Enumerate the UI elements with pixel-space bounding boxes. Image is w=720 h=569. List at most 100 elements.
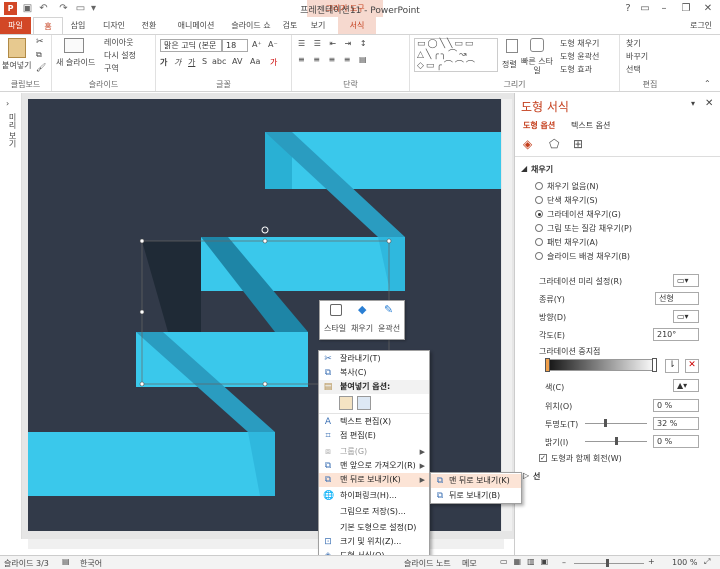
font-size-select[interactable]: 18: [222, 39, 248, 52]
menu-item-size-position[interactable]: ⊡ 크기 및 위치(Z)...: [319, 535, 429, 549]
fill-bucket-icon[interactable]: ◆: [358, 303, 366, 316]
shapes-gallery[interactable]: ▭◯╲╲▭▭ △╲╭╮⌒↝ ◇▭╭⌒⌒⌒: [414, 38, 498, 72]
help-icon[interactable]: ?: [620, 2, 636, 16]
direction-button[interactable]: ▭▾: [673, 310, 699, 323]
style-icon[interactable]: [330, 304, 342, 316]
minimize-icon[interactable]: –: [656, 2, 672, 16]
submenu-send-backward[interactable]: ⧉ 뒤로 보내기(B): [431, 489, 521, 503]
tab-review[interactable]: 검토: [278, 17, 302, 34]
tab-insert[interactable]: 삽입: [64, 17, 92, 34]
resize-handle[interactable]: [139, 309, 145, 315]
transparency-slider-thumb[interactable]: [603, 419, 607, 427]
italic-button[interactable]: 가: [174, 57, 181, 68]
shadow-button[interactable]: abc: [212, 57, 226, 66]
zoom-slider[interactable]: [574, 563, 644, 564]
paste-button[interactable]: 붙여넣기: [2, 60, 31, 71]
paste-icon[interactable]: [8, 38, 26, 58]
tab-transitions[interactable]: 전환: [135, 17, 163, 34]
menu-item-cut[interactable]: ✂ 잘라내기(T): [319, 352, 429, 366]
rotate-checkbox[interactable]: ✓: [539, 454, 547, 462]
rotate-handle[interactable]: [261, 226, 269, 234]
font-name-select[interactable]: 맑은 고딕 (본문: [160, 39, 222, 52]
menu-item-send-back[interactable]: ⧉ 맨 뒤로 보내기(K) ▶: [319, 473, 429, 487]
expand-line-icon[interactable]: ▷: [523, 471, 529, 480]
horizontal-scrollbar[interactable]: [28, 539, 504, 549]
menu-item-default-shape[interactable]: 기본 도형으로 설정(D): [319, 521, 429, 535]
replace-button[interactable]: 바꾸기: [626, 51, 648, 62]
copy-icon[interactable]: ⧉: [36, 50, 42, 60]
angle-spinner[interactable]: 210°: [653, 328, 699, 341]
list-icons[interactable]: ☰ ☰ ⇤ ⇥ ↕: [298, 39, 370, 48]
quick-styles-icon[interactable]: [530, 38, 544, 52]
preset-gradient-button[interactable]: ▭▾: [673, 274, 699, 287]
view-buttons[interactable]: ▭▦▥▣: [500, 557, 554, 566]
tab-file[interactable]: 파일: [0, 17, 31, 34]
pane-close-icon[interactable]: ✕: [705, 98, 713, 109]
mini-style-button[interactable]: 스타일: [324, 323, 346, 334]
spacing-button[interactable]: AV: [232, 57, 242, 66]
fit-slide-icon[interactable]: ⤢: [704, 557, 710, 567]
outline-pen-icon[interactable]: ✎: [384, 303, 393, 316]
zoom-in-icon[interactable]: +: [648, 557, 655, 566]
collapse-fill-icon[interactable]: ◢: [521, 164, 527, 173]
radio-picture-fill[interactable]: [535, 224, 543, 232]
effects-icon[interactable]: ⬠: [549, 137, 565, 151]
submenu-send-to-back[interactable]: ⧉ 맨 뒤로 보내기(K): [431, 474, 521, 488]
radio-no-fill[interactable]: [535, 182, 543, 190]
mini-fill-button[interactable]: 채우기: [351, 323, 373, 334]
resize-handle[interactable]: [139, 238, 145, 244]
pane-options-icon[interactable]: ▾: [691, 99, 695, 108]
tab-text-options[interactable]: 텍스트 옵션: [571, 120, 610, 131]
bold-button[interactable]: 가: [160, 57, 167, 68]
menu-item-edit-text[interactable]: A 텍스트 편집(X): [319, 415, 429, 429]
ribbon-band-4-face[interactable]: [28, 432, 275, 496]
remove-stop-icon[interactable]: ✕: [685, 359, 699, 373]
grow-font-icon[interactable]: A⁺: [252, 40, 262, 49]
case-button[interactable]: Aa: [250, 57, 260, 66]
expand-pane-icon[interactable]: ›: [6, 99, 9, 108]
tab-home[interactable]: 홈: [33, 17, 63, 34]
ribbon-display-icon[interactable]: ▭: [637, 2, 653, 16]
transparency-slider-track[interactable]: [585, 423, 647, 424]
zoom-slider-thumb[interactable]: [606, 559, 609, 567]
fill-section-header[interactable]: 채우기: [531, 164, 553, 175]
radio-gradient-fill[interactable]: [535, 210, 543, 218]
shape-outline-button[interactable]: 도형 윤곽선: [560, 51, 599, 62]
resize-handle[interactable]: [262, 381, 268, 387]
strikethrough-button[interactable]: S: [202, 57, 207, 66]
underline-button[interactable]: 가: [188, 57, 195, 68]
zoom-level[interactable]: 100 %: [672, 558, 697, 567]
menu-item-copy[interactable]: ⧉ 복사(C): [319, 366, 429, 380]
restore-icon[interactable]: ❐: [678, 2, 694, 16]
close-icon[interactable]: ✕: [700, 2, 716, 16]
section-button[interactable]: 구역: [104, 63, 119, 74]
format-painter-icon[interactable]: 🖌: [36, 63, 46, 72]
tab-shape-options[interactable]: 도형 옵션: [523, 120, 555, 131]
position-spinner[interactable]: 0 %: [653, 399, 699, 412]
notes-button[interactable]: 슬라이드 노트: [404, 558, 451, 569]
new-slide-button[interactable]: 새 슬라이드: [56, 57, 95, 68]
shape-effects-button[interactable]: 도형 효과: [560, 64, 592, 75]
signin-link[interactable]: 로그인: [686, 17, 716, 34]
radio-pattern-fill[interactable]: [535, 238, 543, 246]
color-picker-button[interactable]: ▲▾: [673, 379, 699, 392]
transparency-spinner[interactable]: 32 %: [653, 417, 699, 430]
cut-icon[interactable]: ✂: [36, 37, 44, 47]
gradient-stops-bar[interactable]: [545, 359, 657, 371]
comments-button[interactable]: 메모: [462, 558, 477, 569]
zoom-out-icon[interactable]: –: [562, 558, 566, 567]
slide[interactable]: [28, 99, 501, 531]
mini-outline-button[interactable]: 윤곽선: [378, 323, 400, 334]
size-properties-icon[interactable]: ⊞: [573, 137, 589, 151]
menu-item-edit-points[interactable]: ⌗ 점 편집(E): [319, 429, 429, 443]
resize-handle[interactable]: [386, 238, 392, 244]
brightness-slider-thumb[interactable]: [615, 437, 618, 445]
resize-handle[interactable]: [139, 381, 145, 387]
arrange-icon[interactable]: [506, 39, 518, 53]
menu-item-bring-front[interactable]: ⧉ 맨 앞으로 가져오기(R) ▶: [319, 459, 429, 473]
align-icons[interactable]: ≡ ≡ ≡ ≡ ▤: [298, 55, 370, 64]
new-slide-icon[interactable]: [64, 38, 84, 53]
collapse-ribbon-icon[interactable]: ⌃: [704, 79, 711, 88]
tab-slideshow[interactable]: 슬라이드 쇼: [226, 17, 276, 34]
type-select[interactable]: 선형: [655, 292, 699, 305]
